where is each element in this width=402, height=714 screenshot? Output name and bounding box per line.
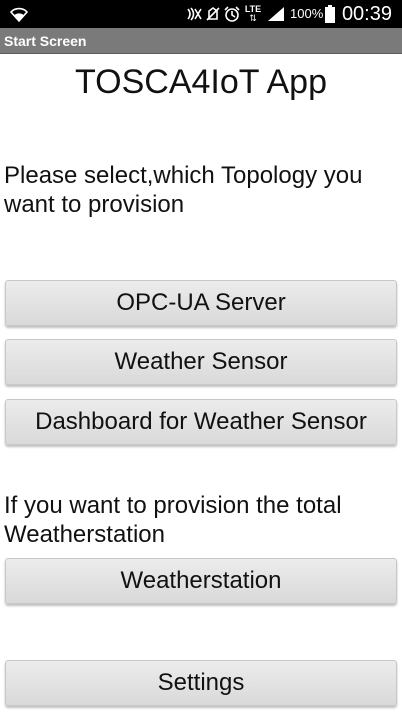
mute-icon [205, 5, 221, 23]
dashboard-button[interactable]: Dashboard for Weather Sensor [5, 399, 397, 445]
action-bar: Start Screen [0, 28, 402, 54]
screen-title: Start Screen [4, 33, 87, 49]
wifi-icon [8, 5, 30, 23]
settings-button[interactable]: Settings [5, 660, 397, 706]
battery-percent: 100% [290, 6, 324, 21]
lte-icon: LTE ⇅ [243, 5, 263, 23]
topology-prompt: Please select,which Topology you want to… [4, 162, 363, 218]
battery-icon [324, 5, 336, 23]
nfc-icon [184, 5, 204, 23]
app-title: TOSCA4IoT App [75, 63, 327, 101]
data-arrows-icon: ⇅ [249, 13, 257, 23]
opc-ua-server-button[interactable]: OPC-UA Server [5, 280, 397, 326]
signal-icon [266, 5, 286, 23]
weatherstation-button[interactable]: Weatherstation [5, 558, 397, 604]
status-bar: LTE ⇅ 100% 00:39 [0, 0, 402, 28]
alarm-icon [222, 5, 242, 23]
weatherstation-prompt: If you want to provision the total Weath… [4, 492, 342, 548]
clock: 00:39 [341, 3, 392, 25]
weather-sensor-button[interactable]: Weather Sensor [5, 339, 397, 385]
